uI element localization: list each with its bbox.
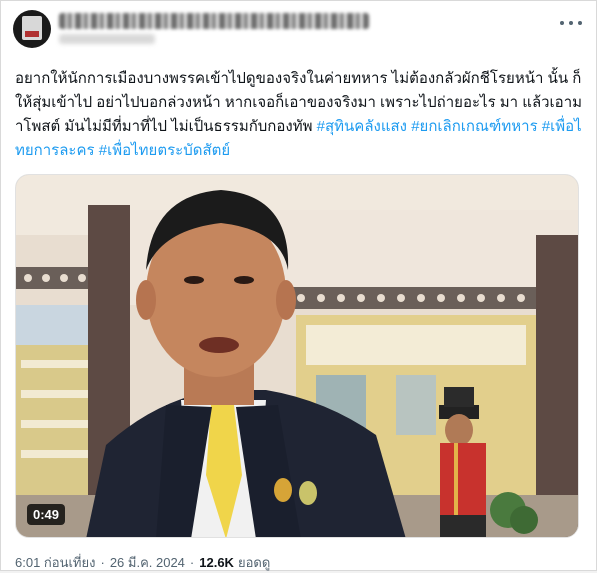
meta-separator: · — [189, 554, 195, 570]
hashtag-2[interactable]: #ยกเลิกเกณฑ์ทหาร — [411, 118, 537, 135]
display-name-redacted[interactable] — [59, 13, 369, 29]
handle-redacted[interactable] — [59, 34, 155, 44]
tweet-text: อยากให้นักการเมืองบางพรรคเข้าไปดูของจริง… — [15, 67, 585, 163]
more-horizontal-icon[interactable] — [560, 15, 582, 31]
video-duration-badge: 0:49 — [27, 504, 66, 525]
hashtag-1[interactable]: #สุทินคลังแสง — [317, 118, 407, 135]
views-label: ยอดดู — [237, 554, 271, 570]
tweet-meta: 6:01 ก่อนเที่ยง · 26 มี.ค. 2024 · 12.6K … — [15, 552, 270, 572]
meta-separator: · — [100, 554, 105, 570]
video-frame — [16, 175, 578, 537]
tweet-time[interactable]: 6:01 ก่อนเที่ยง — [15, 552, 95, 573]
views-count[interactable]: 12.6K — [199, 555, 234, 570]
hashtag-4[interactable]: #เพื่อไทยตระบัดสัตย์ — [99, 142, 230, 159]
avatar[interactable] — [13, 10, 51, 48]
tweet-date[interactable]: 26 มี.ค. 2024 — [110, 552, 185, 573]
tweet-card: อยากให้นักการเมืองบางพรรคเข้าไปดูของจริง… — [0, 0, 597, 571]
video-player[interactable]: 0:49 — [15, 174, 579, 538]
